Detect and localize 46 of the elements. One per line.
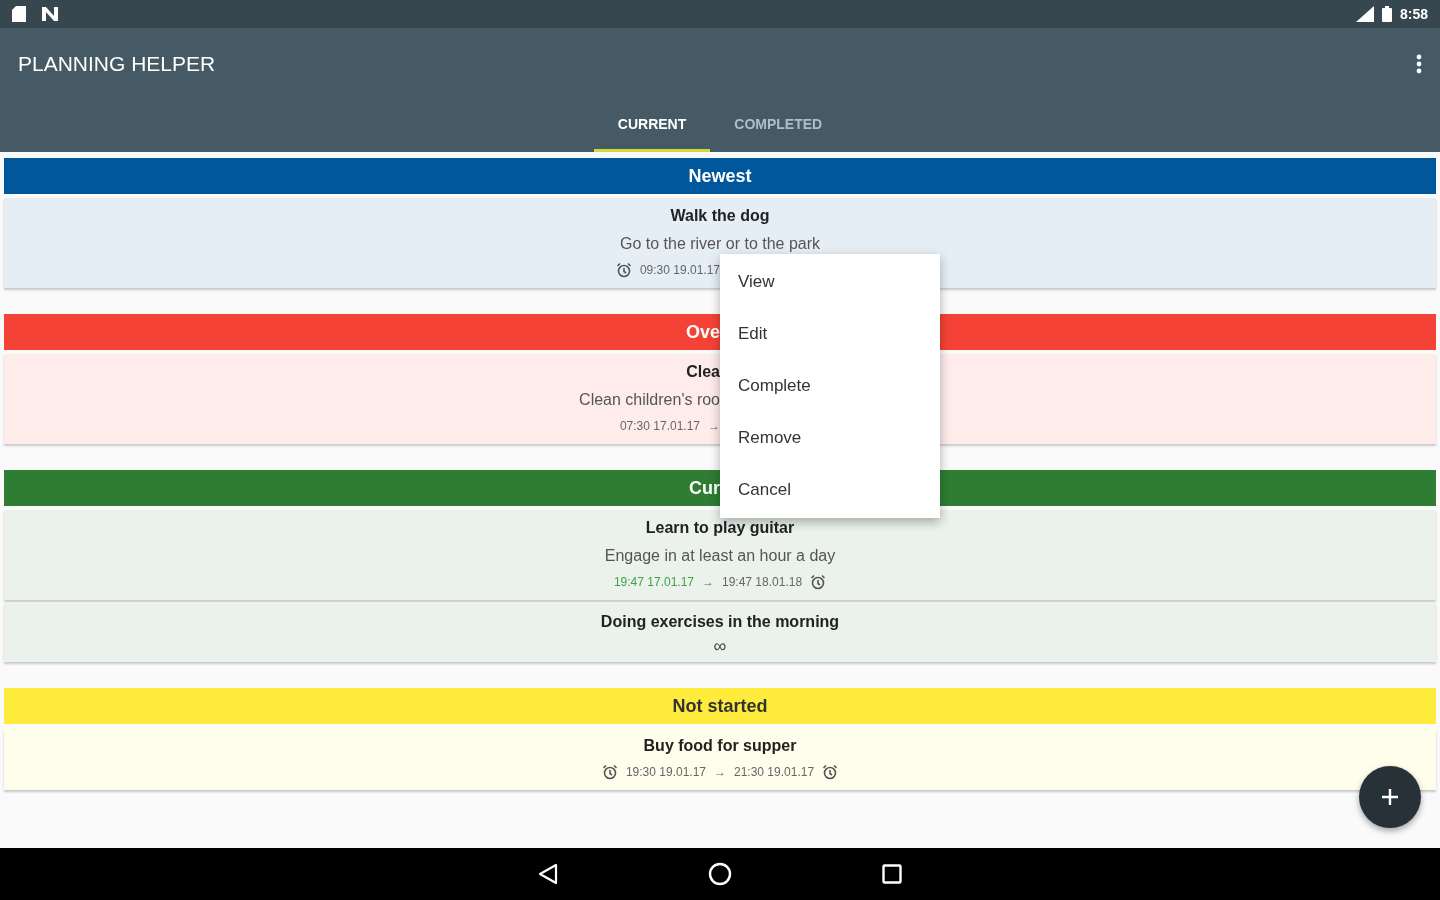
- alarm-clock-icon: [822, 764, 839, 780]
- task-title: Learn to play guitar: [645, 518, 795, 538]
- task-title: Clea: [686, 362, 720, 382]
- infinity-symbol: ∞: [713, 636, 727, 656]
- plus-icon: [1381, 788, 1399, 806]
- tab[interactable]: COMPLETED: [710, 100, 847, 152]
- task-time: 09:30 19.01.17: [639, 262, 720, 279]
- task-title: Doing exercises in the morning: [600, 612, 840, 632]
- section-title: Not started: [672, 694, 768, 718]
- task-description: Go to the river or to the park: [619, 234, 821, 254]
- task-title: Buy food for supper: [643, 736, 797, 756]
- app-title: PLANNING HELPER: [18, 51, 216, 78]
- alarm-clock-icon: [615, 262, 632, 278]
- overflow-menu-icon[interactable]: [1416, 54, 1422, 74]
- task-description: Clean children's roo: [579, 390, 720, 410]
- menu-item[interactable]: Remove: [720, 412, 940, 464]
- recents-icon[interactable]: [882, 864, 902, 884]
- task-time: 19:47 17.01.17: [613, 574, 694, 591]
- section-title: Ove: [685, 320, 720, 344]
- notification-icon: [42, 7, 58, 21]
- task-time: 19:47 18.01.18: [722, 574, 803, 591]
- section-title: Cur: [689, 476, 720, 500]
- task-title: Walk the dog: [670, 206, 770, 226]
- menu-item[interactable]: Complete: [720, 360, 940, 412]
- task-time: 07:30 17.01.17: [619, 418, 700, 435]
- task-card[interactable]: Buy food for supper 19:30 19.01.17 → 21:30 19.01.17: [4, 728, 1436, 790]
- alarm-clock-icon: [810, 574, 827, 590]
- back-icon[interactable]: [538, 863, 558, 885]
- alarm-clock-icon: [601, 764, 618, 780]
- task-card[interactable]: Doing exercises in the morning ∞: [4, 604, 1436, 662]
- task-description: Engage in at least an hour a day: [604, 546, 836, 566]
- sd-card-icon: [12, 6, 26, 22]
- arrow-text: →: [714, 764, 726, 781]
- battery-icon: [1381, 6, 1392, 22]
- task-time: 21:30 19.01.17: [734, 764, 815, 781]
- status-time: 8:58: [1399, 4, 1428, 24]
- menu-item[interactable]: Edit: [720, 308, 940, 360]
- home-icon[interactable]: [708, 862, 732, 886]
- task-time: 19:30 19.01.17: [625, 764, 706, 781]
- tab[interactable]: CURRENT: [593, 100, 711, 152]
- task-card[interactable]: Learn to play guitar Engage in at least an hour a day 19:47 17.01.17 → 19:47 18.01.18: [4, 510, 1436, 600]
- arrow-text: →: [702, 574, 714, 591]
- arrow-text: →: [708, 418, 720, 435]
- section-title: Newest: [688, 164, 752, 188]
- signal-icon: [1355, 6, 1374, 22]
- add-button[interactable]: [1359, 766, 1421, 828]
